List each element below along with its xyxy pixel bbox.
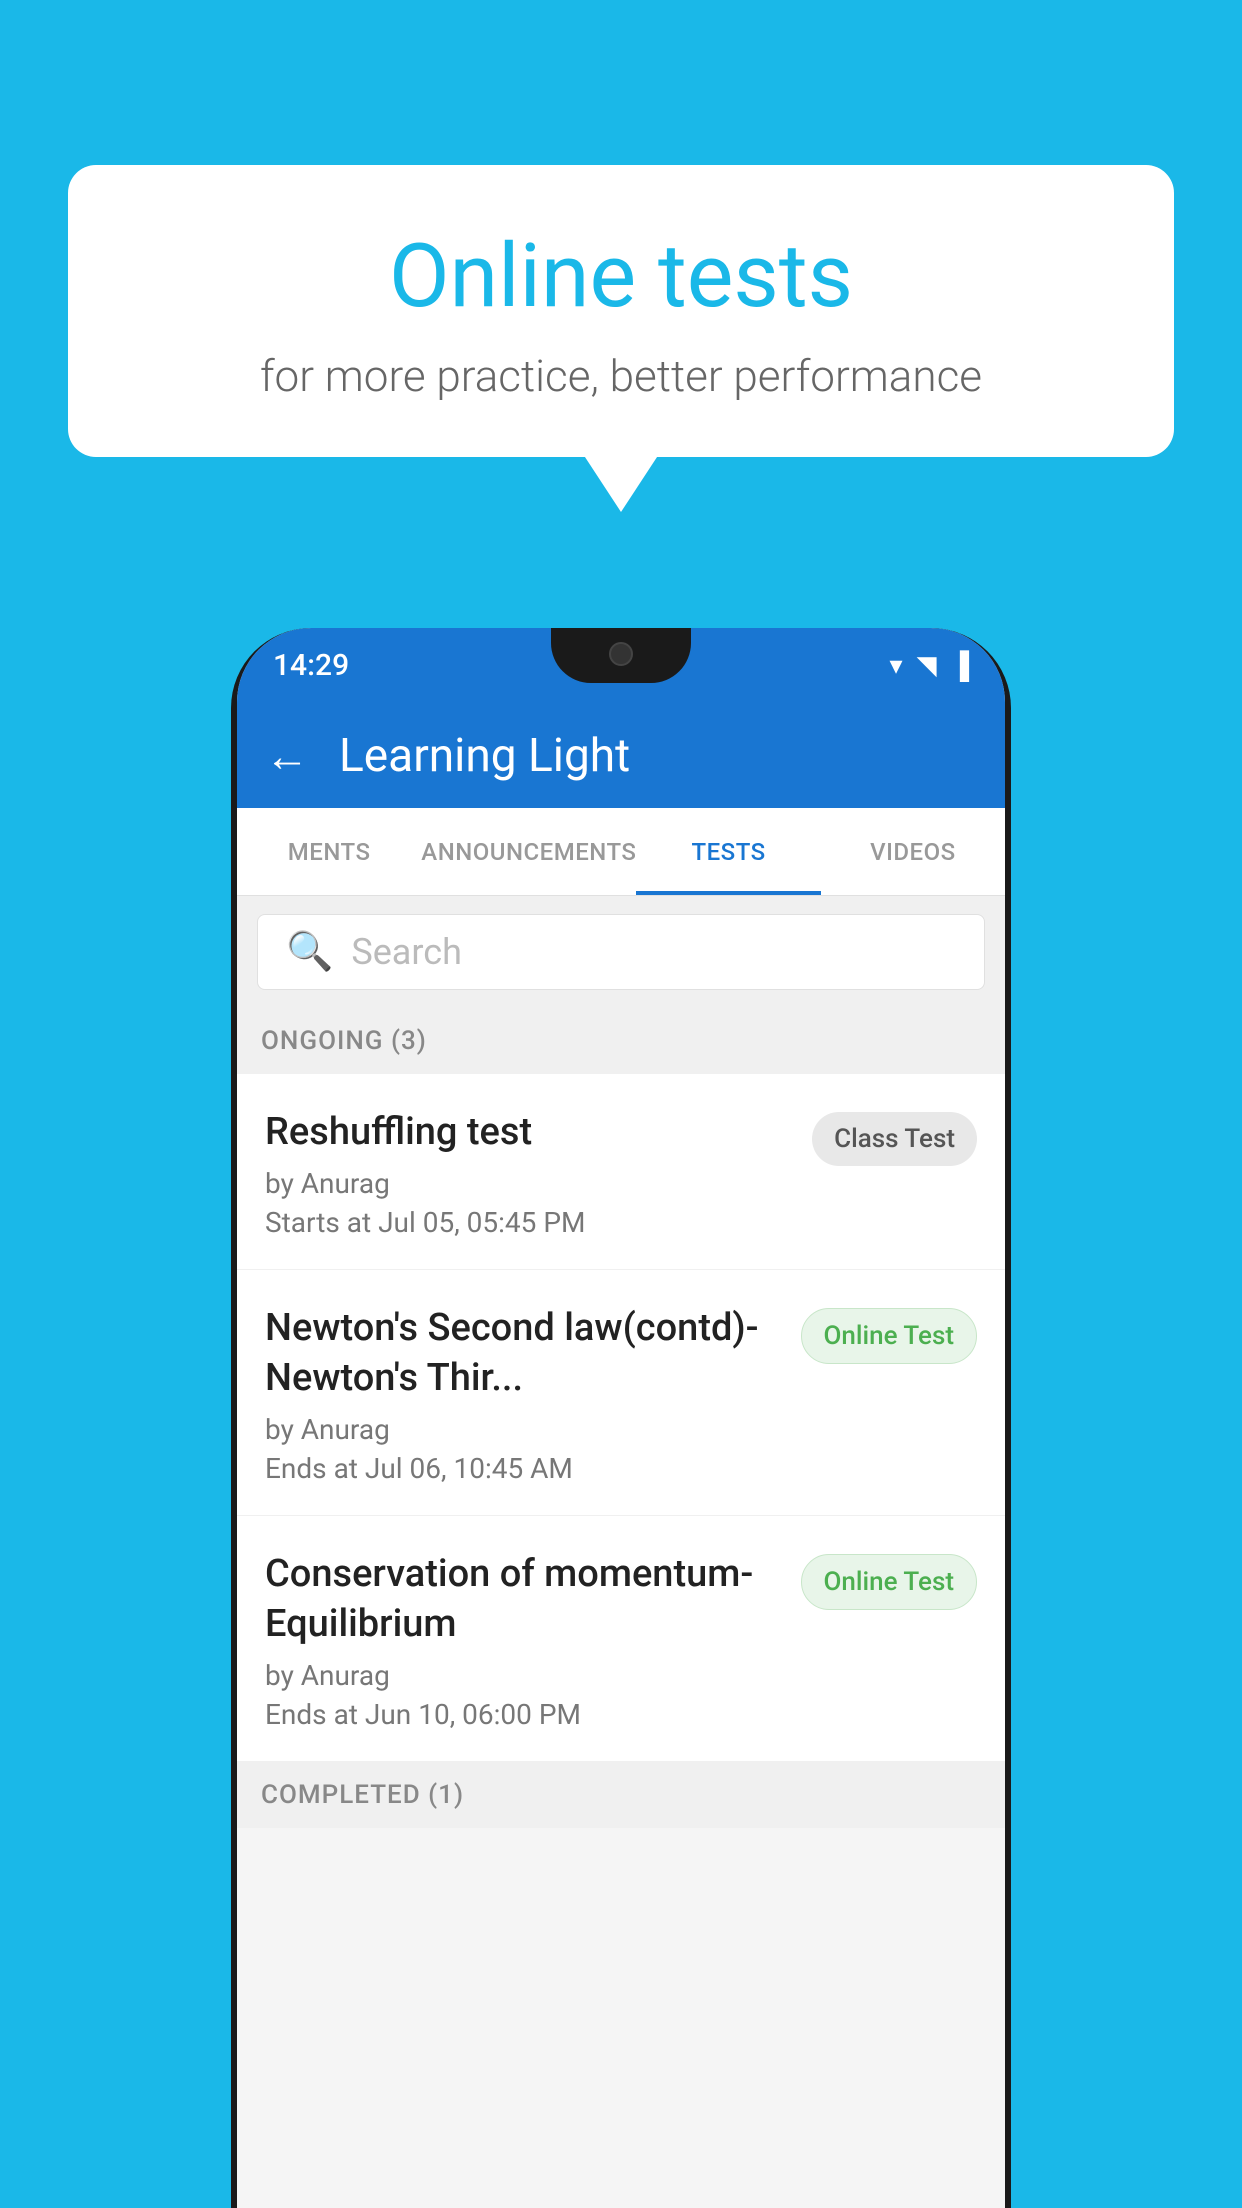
test-info-2: Newton's Second law(contd)-Newton's Thir… (265, 1304, 801, 1485)
speech-bubble-subtitle: for more practice, better performance (148, 350, 1094, 402)
signal-icon: ◥ (917, 651, 937, 681)
status-bar: 14:29 ▾ ◥ ▐ (237, 628, 1005, 703)
test-item-3[interactable]: Conservation of momentum-Equilibrium by … (237, 1516, 1005, 1762)
test-name-3: Conservation of momentum-Equilibrium (265, 1550, 781, 1649)
wifi-icon: ▾ (890, 651, 903, 681)
tab-videos[interactable]: VIDEOS (821, 808, 1005, 895)
app-bar: ← Learning Light (237, 703, 1005, 808)
search-input[interactable]: Search (351, 931, 462, 973)
test-date-3: Ends at Jun 10, 06:00 PM (265, 1698, 781, 1731)
completed-section-header: COMPLETED (1) (237, 1762, 1005, 1828)
app-bar-title: Learning Light (339, 729, 630, 783)
test-info-3: Conservation of momentum-Equilibrium by … (265, 1550, 801, 1731)
test-badge-1: Class Test (812, 1112, 977, 1166)
front-camera (609, 642, 633, 666)
test-item-1[interactable]: Reshuffling test by Anurag Starts at Jul… (237, 1074, 1005, 1270)
test-badge-3: Online Test (801, 1554, 978, 1610)
search-bar[interactable]: 🔍 Search (257, 914, 985, 990)
phone-screen: 14:29 ▾ ◥ ▐ ← Learning Light MENTS ANNOU… (237, 628, 1005, 2208)
test-name-2: Newton's Second law(contd)-Newton's Thir… (265, 1304, 781, 1403)
test-info-1: Reshuffling test by Anurag Starts at Jul… (265, 1108, 812, 1239)
search-container: 🔍 Search (237, 896, 1005, 1008)
battery-icon: ▐ (951, 650, 969, 681)
search-icon: 🔍 (286, 930, 333, 974)
test-badge-2: Online Test (801, 1308, 978, 1364)
test-author-3: by Anurag (265, 1659, 781, 1692)
phone-frame: 14:29 ▾ ◥ ▐ ← Learning Light MENTS ANNOU… (231, 628, 1011, 2208)
status-icons: ▾ ◥ ▐ (890, 650, 969, 681)
back-button[interactable]: ← (265, 730, 309, 782)
speech-bubble: Online tests for more practice, better p… (68, 165, 1174, 457)
test-author-1: by Anurag (265, 1167, 792, 1200)
ongoing-section-header: ONGOING (3) (237, 1008, 1005, 1074)
test-author-2: by Anurag (265, 1413, 781, 1446)
test-list: Reshuffling test by Anurag Starts at Jul… (237, 1074, 1005, 1762)
tabs-bar: MENTS ANNOUNCEMENTS TESTS VIDEOS (237, 808, 1005, 896)
notch (551, 628, 691, 683)
status-time: 14:29 (273, 648, 349, 683)
speech-bubble-title: Online tests (148, 225, 1094, 328)
test-name-1: Reshuffling test (265, 1108, 792, 1157)
tab-ments[interactable]: MENTS (237, 808, 421, 895)
tab-tests[interactable]: TESTS (636, 808, 820, 895)
test-date-1: Starts at Jul 05, 05:45 PM (265, 1206, 792, 1239)
tab-announcements[interactable]: ANNOUNCEMENTS (421, 808, 636, 895)
test-date-2: Ends at Jul 06, 10:45 AM (265, 1452, 781, 1485)
test-item-2[interactable]: Newton's Second law(contd)-Newton's Thir… (237, 1270, 1005, 1516)
